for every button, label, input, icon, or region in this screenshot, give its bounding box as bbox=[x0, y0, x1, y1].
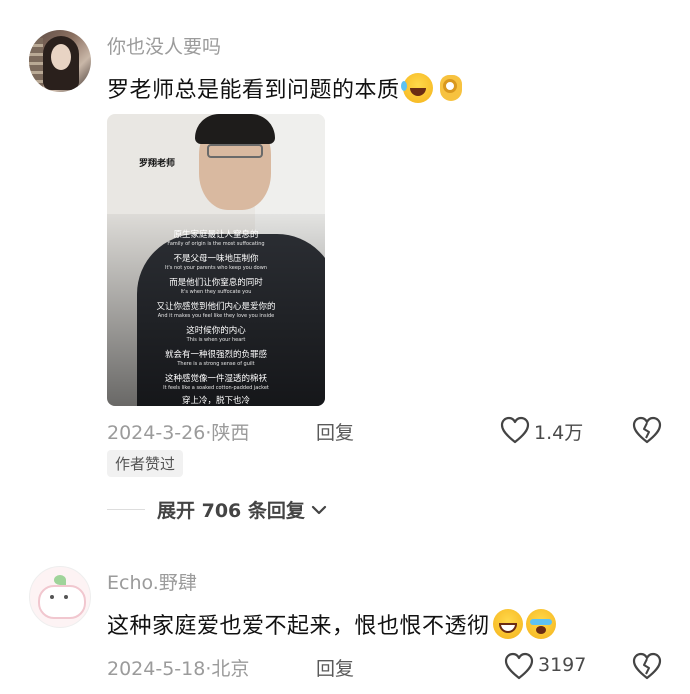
comment-username[interactable]: 你也没人要吗 bbox=[107, 32, 221, 59]
comment-username[interactable]: Echo.野肆 bbox=[107, 568, 197, 595]
comment-meta: 2024-5-18·北京 bbox=[107, 654, 249, 681]
divider-line bbox=[107, 509, 145, 510]
comment-image[interactable]: 罗翔老师 原生家庭最让人窒息的 Family of origin is the m… bbox=[107, 114, 325, 406]
comment-text: 罗老师总是能看到问题的本质 bbox=[107, 72, 466, 104]
comment-location: 北京 bbox=[211, 658, 250, 680]
author-liked-badge: 作者赞过 bbox=[107, 450, 184, 477]
subtitle-line: 就会有一种很强烈的负罪感 There is a strong sense of g… bbox=[164, 350, 267, 367]
crying-emoji-icon bbox=[525, 609, 556, 639]
expand-replies-label: 展开 706 条回复 bbox=[157, 500, 305, 522]
avatar-face-shape bbox=[51, 44, 71, 70]
comment-meta: 2024-3-26·陕西 bbox=[107, 418, 249, 445]
like-count: 3197 bbox=[538, 654, 587, 676]
subtitle-line: 穿上冷，脱下也冷 bbox=[181, 396, 250, 406]
glasses-shape bbox=[207, 144, 263, 158]
subtitle-line: 这种感觉像一件湿透的棉袄 It feels like a soaked cotto… bbox=[163, 374, 269, 391]
like-count: 1.4万 bbox=[534, 422, 584, 444]
image-caption-tag: 罗翔老师 bbox=[139, 159, 176, 169]
subtitle-line: 不是父母一味地压制你 It's not your parents who keep… bbox=[164, 254, 267, 271]
comment-location: 陕西 bbox=[211, 422, 250, 444]
subtitle-line: 原生家庭最让人窒息的 Family of origin is the most s… bbox=[167, 230, 265, 247]
cartoon-cloud-shape bbox=[38, 585, 86, 619]
ok-hand-emoji-icon bbox=[436, 73, 466, 103]
expand-replies-button[interactable]: 展开 706 条回复 bbox=[107, 496, 327, 523]
laughing-tears-emoji-icon bbox=[400, 73, 433, 103]
grinning-sweat-emoji-icon bbox=[492, 609, 523, 639]
subtitle-line: 而是他们让你窒息的同时 It's when they suffocate you bbox=[169, 278, 263, 295]
reply-button[interactable]: 回复 bbox=[316, 654, 354, 681]
reply-button[interactable]: 回复 bbox=[316, 418, 354, 445]
user-avatar[interactable] bbox=[29, 30, 91, 92]
comment-body: 这种家庭爱也爱不起来，恨也恨不透彻 bbox=[107, 614, 490, 639]
comment-date: 2024-5-18 bbox=[107, 658, 206, 680]
user-avatar[interactable] bbox=[29, 566, 91, 628]
subtitle-line: 又让你感觉到他们内心是爱你的 And it makes you feel like… bbox=[156, 302, 276, 319]
heart-icon[interactable] bbox=[504, 652, 534, 680]
bookshelf-shape bbox=[29, 38, 43, 88]
broken-heart-icon[interactable] bbox=[632, 416, 662, 444]
broken-heart-icon[interactable] bbox=[632, 652, 662, 680]
chevron-down-icon bbox=[311, 505, 326, 514]
subtitle-line: 这时候你的内心 This is when your heart bbox=[186, 326, 246, 343]
comment-body: 罗老师总是能看到问题的本质 bbox=[107, 78, 400, 103]
comment-text: 这种家庭爱也爱不起来，恨也恨不透彻 bbox=[107, 608, 556, 640]
heart-icon[interactable] bbox=[500, 416, 530, 444]
comment-date: 2024-3-26 bbox=[107, 422, 206, 444]
